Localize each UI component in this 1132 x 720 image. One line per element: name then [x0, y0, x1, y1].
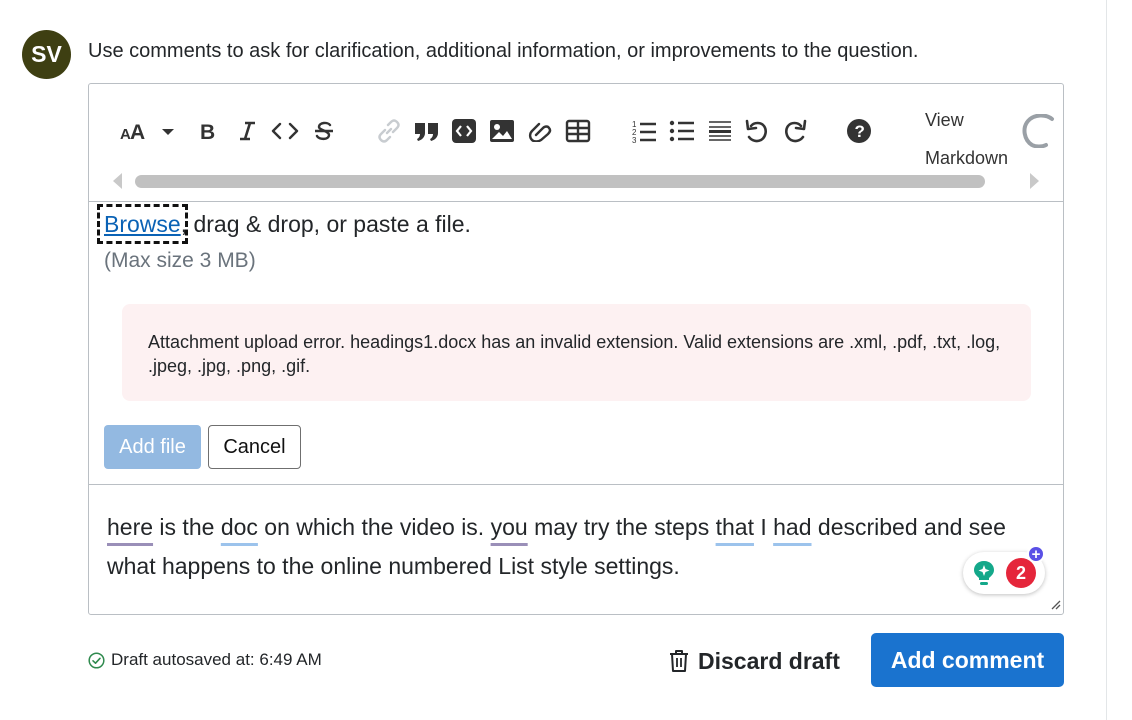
snippet-icon	[528, 122, 552, 142]
horizontal-rule-button[interactable]	[706, 116, 734, 146]
spell-flagged-word[interactable]: doc	[221, 514, 258, 540]
toolbar-scrollbar-thumb[interactable]	[135, 175, 985, 188]
code-button[interactable]	[270, 116, 300, 146]
svg-text:B: B	[200, 121, 215, 142]
unordered-list-button[interactable]	[668, 116, 696, 146]
comment-editor: A A B 1 2 3 ? View Markdown Browse, drag…	[88, 83, 1064, 615]
ordered-list-button[interactable]: 123	[630, 116, 658, 146]
link-button[interactable]	[375, 116, 403, 146]
loading-spinner-icon	[1022, 114, 1054, 148]
undo-button[interactable]	[743, 116, 771, 146]
blockquote-button[interactable]	[412, 116, 442, 146]
italic-button[interactable]	[234, 116, 260, 146]
plus-icon: +	[1027, 545, 1045, 563]
code-block-button[interactable]	[450, 116, 478, 146]
body-text: on which the video is.	[257, 514, 491, 540]
table-icon	[565, 119, 591, 143]
discard-draft-button[interactable]: Discard draft	[668, 644, 840, 678]
trash-icon	[670, 650, 688, 672]
view-markdown-label-line2: Markdown	[925, 148, 1009, 168]
text-size-icon: A A	[120, 121, 174, 143]
cancel-button[interactable]: Cancel	[208, 425, 301, 469]
image-icon	[490, 120, 514, 142]
bold-button[interactable]: B	[195, 116, 221, 146]
svg-text:3: 3	[632, 136, 637, 144]
discard-draft-label: Discard draft	[698, 647, 840, 674]
code-icon	[271, 122, 299, 140]
spell-flagged-word[interactable]: here	[107, 514, 153, 540]
avatar[interactable]: SV	[22, 30, 71, 79]
draft-autosave-status: Draft autosaved at: 6:49 AM	[88, 650, 322, 670]
comment-textarea[interactable]: here is the doc on which the video is. y…	[89, 486, 1063, 614]
unordered-list-icon	[669, 120, 694, 142]
horizontal-rule-icon	[709, 121, 731, 141]
view-markdown-toggle[interactable]: View Markdown	[925, 101, 1008, 177]
strikethrough-button[interactable]	[311, 116, 337, 146]
spell-flagged-word[interactable]: you	[491, 514, 528, 540]
max-size-note: (Max size 3 MB)	[104, 249, 256, 272]
redo-button[interactable]	[781, 116, 809, 146]
page-divider	[1106, 0, 1107, 720]
italic-icon	[240, 121, 255, 141]
scroll-left-arrow[interactable]	[113, 173, 122, 189]
redo-icon	[785, 119, 807, 143]
upload-error-message: Attachment upload error. headings1.docx …	[122, 304, 1031, 401]
upload-instructions-text: , drag & drop, or paste a file.	[180, 211, 471, 237]
text-size-button[interactable]: A A	[117, 116, 179, 146]
upload-panel: Browse, drag & drop, or paste a file. (M…	[89, 203, 1063, 485]
resize-handle-icon[interactable]	[1049, 598, 1061, 610]
table-button[interactable]	[564, 116, 592, 146]
check-circle-icon	[88, 651, 105, 669]
view-markdown-label-line1: View	[925, 110, 964, 130]
spell-flagged-word[interactable]: had	[773, 514, 811, 540]
grammar-issue-count: 2	[1006, 558, 1036, 588]
svg-text:A: A	[130, 121, 145, 143]
add-file-button[interactable]: Add file	[104, 425, 201, 469]
body-text: is the	[153, 514, 221, 540]
draft-status-text: Draft autosaved at: 6:49 AM	[111, 650, 322, 669]
blockquote-icon	[415, 123, 438, 141]
bold-icon: B	[200, 121, 215, 142]
snippet-button[interactable]	[526, 116, 554, 146]
link-icon	[378, 119, 400, 143]
editor-toolbar: A A B 1 2 3 ? View Markdown	[89, 84, 1063, 202]
undo-icon	[745, 119, 767, 143]
spell-flagged-word[interactable]: that	[716, 514, 754, 540]
browse-link[interactable]: Browse	[97, 204, 188, 244]
help-button[interactable]: ?	[845, 116, 873, 146]
body-text: may try the steps	[527, 514, 716, 540]
scroll-right-arrow[interactable]	[1030, 173, 1039, 189]
help-icon: ?	[847, 119, 871, 143]
code-block-icon	[452, 119, 476, 143]
strikethrough-icon	[315, 121, 333, 141]
avatar-initials: SV	[31, 41, 62, 67]
add-comment-button[interactable]: Add comment	[871, 633, 1064, 687]
image-button[interactable]	[488, 116, 516, 146]
svg-text:?: ?	[855, 122, 865, 141]
comment-hint: Use comments to ask for clarification, a…	[88, 40, 919, 62]
lightbulb-icon	[974, 561, 994, 585]
ordered-list-icon: 123	[632, 120, 656, 144]
grammar-checker-widget[interactable]: 2 +	[963, 545, 1045, 594]
body-text: I	[753, 514, 774, 540]
upload-instructions: Browse, drag & drop, or paste a file.	[97, 204, 471, 244]
